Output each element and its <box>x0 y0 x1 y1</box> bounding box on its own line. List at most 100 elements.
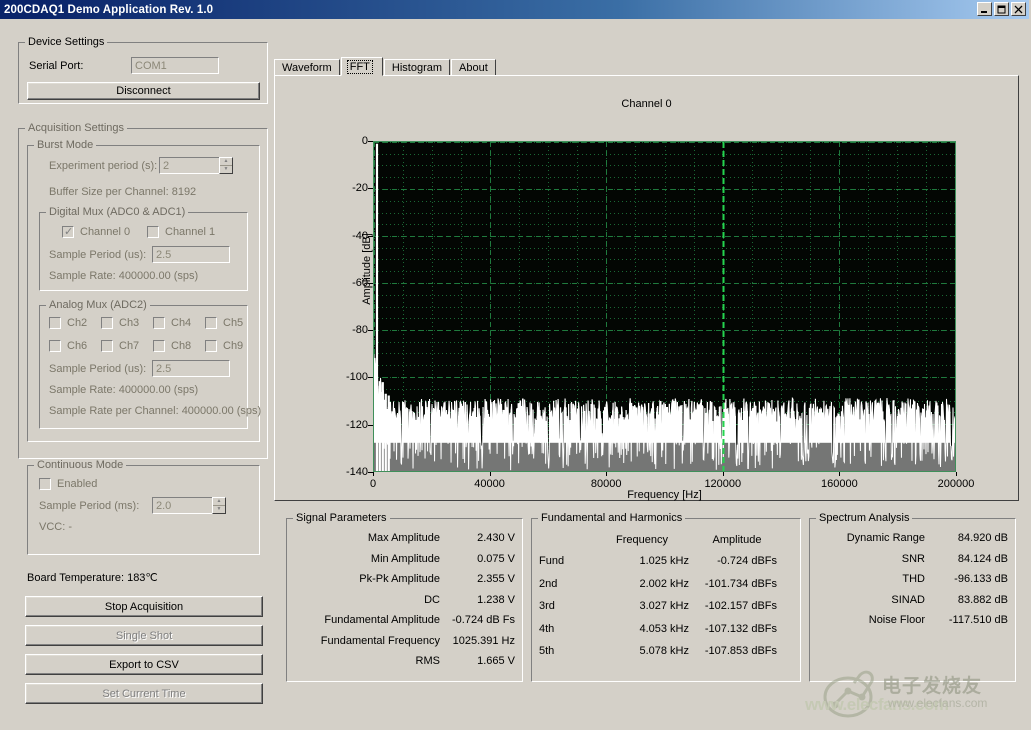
info-row: RMS1.665 V <box>292 655 515 667</box>
title-bar: 200CDAQ1 Demo Application Rev. 1.0 <box>0 0 1029 19</box>
checkbox-ch6[interactable]: Ch6 <box>49 340 87 352</box>
tab-fft-label: FFT <box>347 60 373 74</box>
spectrum-analysis-group: Spectrum Analysis Dynamic Range84.920 dB… <box>809 512 1016 682</box>
serial-port-label: Serial Port: <box>29 60 83 72</box>
checkbox-box[interactable] <box>101 340 113 352</box>
close-button[interactable] <box>1011 2 1026 16</box>
spectrum-analysis-title: Spectrum Analysis <box>816 512 912 524</box>
checkbox-ch9[interactable]: Ch9 <box>205 340 243 352</box>
analog-sample-period-input[interactable]: 2.5 <box>152 360 230 377</box>
checkbox-box[interactable] <box>153 317 165 329</box>
checkbox-box[interactable] <box>153 340 165 352</box>
y-axis-tick-mark <box>368 330 373 331</box>
checkbox-ch4[interactable]: Ch4 <box>153 317 191 329</box>
stop-acquisition-button[interactable]: Stop Acquisition <box>25 596 263 617</box>
checkbox-channel0[interactable]: ✓ Channel 0 <box>62 226 130 238</box>
device-settings-title: Device Settings <box>25 36 107 48</box>
checkbox-continuous-enabled[interactable]: Enabled <box>39 478 97 490</box>
harmonics-cell-order: 3rd <box>539 595 595 618</box>
checkbox-channel1-label: Channel 1 <box>165 226 215 238</box>
checkbox-box[interactable] <box>101 317 113 329</box>
fft-chart: Channel 0 0-20-40-60-80-100-120-140 0400… <box>275 76 1018 500</box>
export-to-csv-button[interactable]: Export to CSV <box>25 654 263 675</box>
maximize-button[interactable] <box>994 2 1009 16</box>
checkbox-box[interactable] <box>49 340 61 352</box>
info-row-key: Max Amplitude <box>292 532 440 544</box>
checkbox-ch8-label: Ch8 <box>171 340 191 352</box>
set-current-time-button[interactable]: Set Current Time <box>25 683 263 704</box>
spinner-up-icon[interactable]: ▲ <box>220 158 232 166</box>
serial-port-input[interactable]: COM1 <box>131 57 219 74</box>
checkbox-channel1[interactable]: Channel 1 <box>147 226 215 238</box>
minimize-button[interactable] <box>977 2 992 16</box>
single-shot-button[interactable]: Single Shot <box>25 625 263 646</box>
info-row-value: 84.124 dB <box>925 553 1008 565</box>
digital-mux-title: Digital Mux (ADC0 & ADC1) <box>46 206 188 218</box>
tab-panel: Waveform FFT Histogram About Channel 0 <box>274 58 1019 501</box>
experiment-period-label: Experiment period (s): <box>49 160 157 172</box>
checkbox-box[interactable] <box>49 317 61 329</box>
spinner-down-icon[interactable]: ▼ <box>220 166 232 173</box>
checkbox-ch4-label: Ch4 <box>171 317 191 329</box>
harmonics-column-header: Amplitude <box>697 530 791 550</box>
info-row-value: 1025.391 Hz <box>440 635 515 647</box>
experiment-period-spinner[interactable]: ▲ ▼ <box>219 157 233 174</box>
info-row-key: Fundamental Amplitude <box>292 614 440 626</box>
harmonics-header-row: FrequencyAmplitude <box>539 530 791 550</box>
info-row: Min Amplitude0.075 V <box>292 553 515 565</box>
checkbox-ch7[interactable]: Ch7 <box>101 340 139 352</box>
checkbox-box[interactable] <box>39 478 51 490</box>
x-axis-tick-mark <box>956 472 957 476</box>
harmonics-cell-amplitude: -107.853 dBFs <box>697 640 791 663</box>
harmonics-cell-amplitude: -0.724 dBFs <box>697 550 791 573</box>
tab-about[interactable]: About <box>451 59 496 76</box>
disconnect-button[interactable]: Disconnect <box>27 82 260 100</box>
info-row-key: SINAD <box>815 594 925 606</box>
spinner-up-icon[interactable]: ▲ <box>213 498 225 506</box>
harmonics-cell-order: 2nd <box>539 573 595 596</box>
info-row-key: Fundamental Frequency <box>292 635 440 647</box>
check-icon: ✓ <box>64 226 73 238</box>
harmonics-cell-frequency: 5.078 kHz <box>595 640 697 663</box>
tab-waveform[interactable]: Waveform <box>274 59 340 76</box>
harmonics-cell-frequency: 2.002 kHz <box>595 573 697 596</box>
digital-sample-period-input[interactable]: 2.5 <box>152 246 230 263</box>
tab-histogram[interactable]: Histogram <box>384 59 450 76</box>
continuous-sample-period-spinner[interactable]: ▲ ▼ <box>212 497 226 514</box>
plot-background <box>373 141 956 472</box>
harmonics-table: FrequencyAmplitudeFund1.025 kHz-0.724 dB… <box>539 530 791 663</box>
spinner-down-icon[interactable]: ▼ <box>213 506 225 513</box>
tab-fft[interactable]: FFT <box>341 57 383 76</box>
watermark-url: www.elecfans.com <box>888 696 987 710</box>
info-row-value: 84.920 dB <box>925 532 1008 544</box>
checkbox-ch3-label: Ch3 <box>119 317 139 329</box>
x-axis-tick-mark <box>606 472 607 476</box>
x-axis-tick-mark <box>839 472 840 476</box>
checkbox-channel0-label: Channel 0 <box>80 226 130 238</box>
harmonics-cell-order: 4th <box>539 618 595 641</box>
tab-histogram-label: Histogram <box>392 62 442 74</box>
checkbox-ch2[interactable]: Ch2 <box>49 317 87 329</box>
burst-mode-group: Burst Mode Experiment period (s): 2 ▲ ▼ … <box>27 139 260 442</box>
digital-sample-period-label: Sample Period (us): <box>49 249 146 261</box>
info-row-key: RMS <box>292 655 440 667</box>
checkbox-box[interactable]: ✓ <box>62 226 74 238</box>
checkbox-box[interactable] <box>205 317 217 329</box>
continuous-sample-period-label: Sample Period (ms): <box>39 500 139 512</box>
harmonics-grid: FrequencyAmplitudeFund1.025 kHz-0.724 dB… <box>539 530 791 663</box>
checkbox-ch8[interactable]: Ch8 <box>153 340 191 352</box>
info-row: THD-96.133 dB <box>815 573 1008 585</box>
checkbox-continuous-enabled-label: Enabled <box>57 478 97 490</box>
checkbox-box[interactable] <box>147 226 159 238</box>
checkbox-box[interactable] <box>205 340 217 352</box>
info-row-value: -96.133 dB <box>925 573 1008 585</box>
buffer-size-label: Buffer Size per Channel: 8192 <box>49 186 196 198</box>
checkbox-ch5[interactable]: Ch5 <box>205 317 243 329</box>
application-window: 200CDAQ1 Demo Application Rev. 1.0 Devic… <box>0 0 1031 730</box>
signal-parameters-title: Signal Parameters <box>293 512 390 524</box>
info-row-key: Min Amplitude <box>292 553 440 565</box>
checkbox-ch3[interactable]: Ch3 <box>101 317 139 329</box>
info-row-value: 1.238 V <box>440 594 515 606</box>
y-axis-tick-mark <box>368 141 373 142</box>
info-row-value: 0.075 V <box>440 553 515 565</box>
